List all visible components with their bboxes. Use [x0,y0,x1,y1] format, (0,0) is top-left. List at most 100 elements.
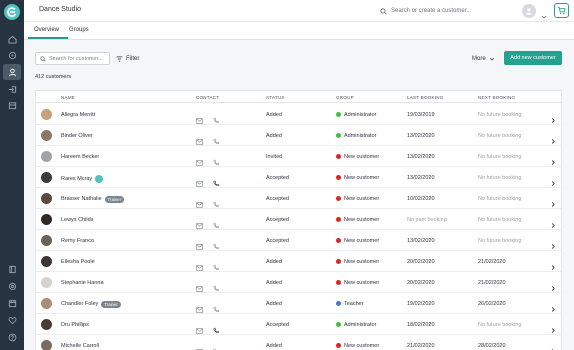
chevron-right-icon[interactable] [550,342,556,350]
next-booking: No future booking [478,216,522,223]
group-cell: New customer [336,154,379,160]
avatar [41,193,52,204]
next-booking: 21/02/2020 [478,279,506,286]
group-cell: Administrator [336,322,376,328]
customer-name[interactable]: Brasser Nathalie [61,196,102,202]
more-button[interactable]: More [472,53,495,64]
settings-icon[interactable] [3,279,21,293]
avatar [41,214,52,225]
customer-name[interactable]: Rares Mcray [61,176,92,182]
filter-button[interactable]: Filter [116,53,139,64]
tab-bar: Overview Groups [24,22,574,40]
customer-name-cell: Stephanie Hanna [61,280,104,286]
next-booking: 28/02/2020 [478,342,506,349]
table-row[interactable]: Michelle Carroll Added New customer 21/02/2… [36,335,561,350]
user-avatar[interactable] [522,4,536,18]
customer-name-cell: Allegra Merritt [61,112,95,118]
global-search[interactable]: Search or create a customer... [380,5,530,17]
add-customer-button[interactable]: Add new customer [504,51,562,65]
status-text: Added [266,132,282,139]
table-row[interactable]: Ellesha Poole Added New customer 20/02/2020… [36,251,561,272]
customer-name[interactable]: Ellesha Poole [61,259,95,265]
customer-name-cell: Brasser Nathalie Trainer [61,195,125,203]
filter-label: Filter [126,55,140,62]
customer-name[interactable]: Allegra Merritt [61,112,95,118]
status-text: Added [266,342,282,349]
group-color-dot [336,196,341,201]
table-row[interactable]: Hareem Becker Invited New customer 13/02/20… [36,146,561,167]
group-color-dot [336,322,341,327]
customer-name-cell: Ellesha Poole [61,259,95,265]
help-icon[interactable] [3,330,21,344]
customer-name[interactable]: Stephanie Hanna [61,280,104,286]
avatar [41,340,52,350]
column-header-group[interactable]: GROUP [336,95,354,100]
table-row[interactable]: Lewys Childs Accepted New customer No past … [36,209,561,230]
plugin-icon[interactable] [3,48,21,62]
group-cell: New customer [336,259,379,265]
next-booking: No future booking [478,174,522,181]
customers-icon[interactable] [3,64,21,80]
next-booking: No future booking [478,153,522,160]
global-search-placeholder: Search or create a customer... [391,8,472,14]
main-content: Filter More Add new customer 412 custome… [24,40,574,350]
group-name: New customer [344,153,380,160]
active-tab-indicator [28,37,68,39]
tab-groups[interactable]: Groups [69,27,89,33]
app-logo[interactable] [4,4,20,20]
avatar [41,319,52,330]
home-icon[interactable] [3,32,21,46]
table-row[interactable]: Stephanie Hanna Added New customer 20/02/20… [36,272,561,293]
customer-name[interactable]: Lewys Childs [61,217,93,223]
sidebar [0,0,24,350]
customer-search-field[interactable] [35,52,110,65]
tab-overview[interactable]: Overview [34,27,59,33]
book-icon[interactable] [3,262,21,276]
customer-name-cell: Remy Franco [61,238,94,244]
table-row[interactable]: Remy Franco Accepted New customer 13/02/202… [36,230,561,251]
table-row[interactable]: Dru Phillips Accepted Administrator 18/02/2… [36,314,561,335]
email-icon[interactable] [196,342,203,350]
last-booking: 13/02/2020 [407,174,435,181]
table-row[interactable]: Chandler Foley Trainer Added Teacher 19/02/2… [36,293,561,314]
customer-search-input[interactable] [49,55,105,62]
customer-name[interactable]: Remy Franco [61,238,94,244]
last-booking: 21/02/2020 [407,342,435,349]
phone-icon[interactable] [213,342,219,350]
last-booking: 20/02/2020 [407,258,435,265]
cart-button[interactable] [554,3,569,18]
next-booking: No future booking [478,132,522,139]
column-header-name[interactable]: NAME [61,95,75,100]
group-color-dot [336,217,341,222]
calendar-icon[interactable] [3,296,21,310]
group-name: New customer [344,174,380,181]
group-cell: New customer [336,217,379,223]
customer-name[interactable]: Binder Oliver [61,133,93,139]
customer-name[interactable]: Chandler Foley [61,301,98,307]
login-icon[interactable] [3,82,21,96]
column-header-status[interactable]: STATUS [266,95,285,100]
table-row[interactable]: Binder Oliver Added Administrator 13/02/202… [36,125,561,146]
table-row[interactable]: Allegra Merritt Added Administrator 19/03/2… [36,104,561,125]
group-color-dot [336,175,341,180]
group-name: New customer [344,216,380,223]
table-row[interactable]: Brasser Nathalie Trainer Accepted New custo… [36,188,561,209]
column-header-last-booking[interactable]: LAST BOOKING [407,95,444,100]
chevron-down-icon [489,57,494,60]
last-booking: 13/02/2020 [407,237,435,244]
next-booking: 26/02/2020 [478,300,506,307]
group-name: New customer [344,279,380,286]
heart-icon[interactable] [3,313,21,327]
status-text: Added [266,258,282,265]
search-icon [40,55,46,62]
column-header-next-booking[interactable]: NEXT BOOKING [478,95,515,100]
table-row[interactable]: Rares Mcray Accepted New customer 13/02/202… [36,167,561,188]
customer-name[interactable]: Hareem Becker [61,154,99,160]
box-icon[interactable] [3,98,21,112]
customer-name[interactable]: Michelle Carroll [61,343,99,349]
last-booking: No past booking [407,216,447,223]
group-name: Teacher [344,300,364,307]
avatar [41,256,52,267]
customer-name[interactable]: Dru Phillips [61,322,89,328]
status-text: Accepted [266,321,289,328]
